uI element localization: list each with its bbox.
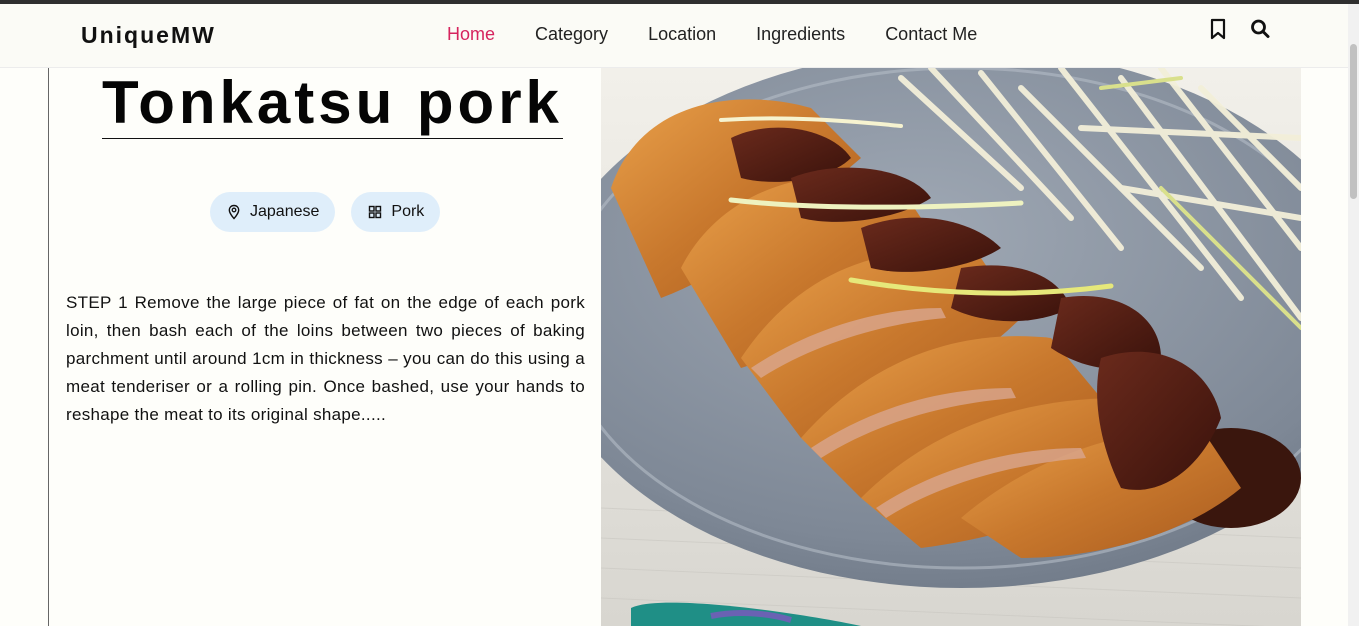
recipe-details: Tonkatsu pork Japanese Pork STEP 1 Remov… [49,68,601,626]
page-scrollbar[interactable] [1348,4,1359,626]
nav-actions [1208,18,1270,40]
scrollbar-thumb[interactable] [1350,44,1357,199]
recipe-step-text: STEP 1 Remove the large piece of fat on … [66,293,585,424]
map-pin-icon [228,204,240,220]
nav-link-category[interactable]: Category [535,24,608,44]
nav-link-location[interactable]: Location [648,24,716,44]
location-tag-label: Japanese [250,203,320,220]
brand-logo[interactable]: UniqueMW [81,22,216,49]
recipe-photo [601,68,1301,626]
recipe-title: Tonkatsu pork [102,70,563,139]
nav-link-ingredients[interactable]: Ingredients [756,24,845,44]
grid-icon [369,205,382,219]
category-tag-label: Pork [391,203,425,220]
nav-menu: Home Category Location Ingredients Conta… [447,24,1017,44]
tonkatsu-image [601,68,1301,626]
nav-link-contact[interactable]: Contact Me [885,24,977,44]
recipe-card: Tonkatsu pork Japanese Pork STEP 1 Remov… [48,68,1301,626]
category-tag[interactable]: Pork [351,192,441,232]
location-tag[interactable]: Japanese [210,192,336,232]
bookmark-icon[interactable] [1208,18,1228,40]
nav-link-home[interactable]: Home [447,24,495,44]
navbar: UniqueMW Home Category Location Ingredie… [0,4,1348,68]
recipe-tags: Japanese Pork [210,192,441,232]
search-icon[interactable] [1250,18,1270,40]
